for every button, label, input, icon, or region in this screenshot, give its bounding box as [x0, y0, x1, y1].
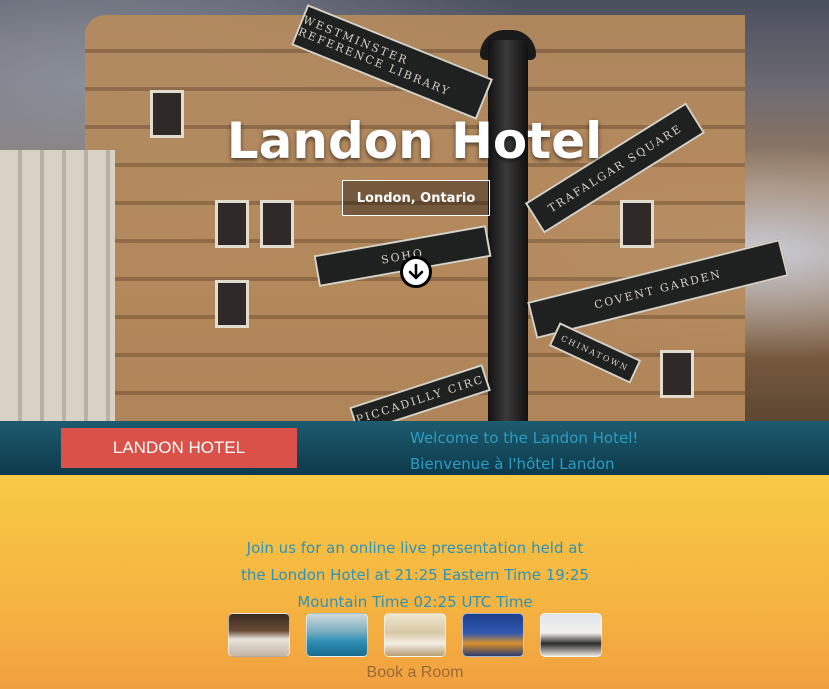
logo-button[interactable]: LANDON HOTEL — [61, 428, 297, 468]
gallery-thumb-wedding[interactable] — [540, 613, 602, 657]
photo-gallery — [228, 613, 602, 657]
book-room-link[interactable]: Book a Room — [340, 664, 490, 682]
intro-line: Mountain Time 02:25 UTC Time — [297, 593, 533, 611]
building-window — [660, 350, 694, 398]
main-section: Join us for an online live presentation … — [0, 475, 829, 689]
hero-building-left-image — [0, 150, 115, 421]
building-window — [260, 200, 294, 248]
intro-line: the London Hotel at 21:25 Eastern Time 1… — [241, 566, 589, 584]
welcome-english: Welcome to the Landon Hotel! — [410, 429, 639, 447]
building-window — [620, 200, 654, 248]
presentation-announcement: Join us for an online live presentation … — [180, 535, 650, 616]
gallery-thumb-city-night[interactable] — [462, 613, 524, 657]
intro-line: Join us for an online live presentation … — [246, 539, 584, 557]
welcome-french: Bienvenue à l'hôtel Landon — [410, 455, 615, 473]
building-window — [215, 200, 249, 248]
gallery-thumb-pool[interactable] — [306, 613, 368, 657]
hero-subtitle: London, Ontario — [342, 180, 490, 216]
header-bar: LANDON HOTEL Welcome to the Landon Hotel… — [0, 421, 829, 475]
arrow-down-circle-icon — [408, 263, 424, 280]
gallery-thumb-room[interactable] — [228, 613, 290, 657]
page-title: Landon Hotel — [226, 112, 603, 170]
welcome-message: Welcome to the Landon Hotel! Bienvenue à… — [410, 425, 638, 477]
scroll-down-button[interactable] — [400, 256, 432, 288]
building-window — [215, 280, 249, 328]
gallery-thumb-dining[interactable] — [384, 613, 446, 657]
hero-banner: WESTMINSTER REFERENCE LIBRARY TRAFALGAR … — [0, 0, 829, 421]
signpost-pole — [488, 40, 528, 421]
